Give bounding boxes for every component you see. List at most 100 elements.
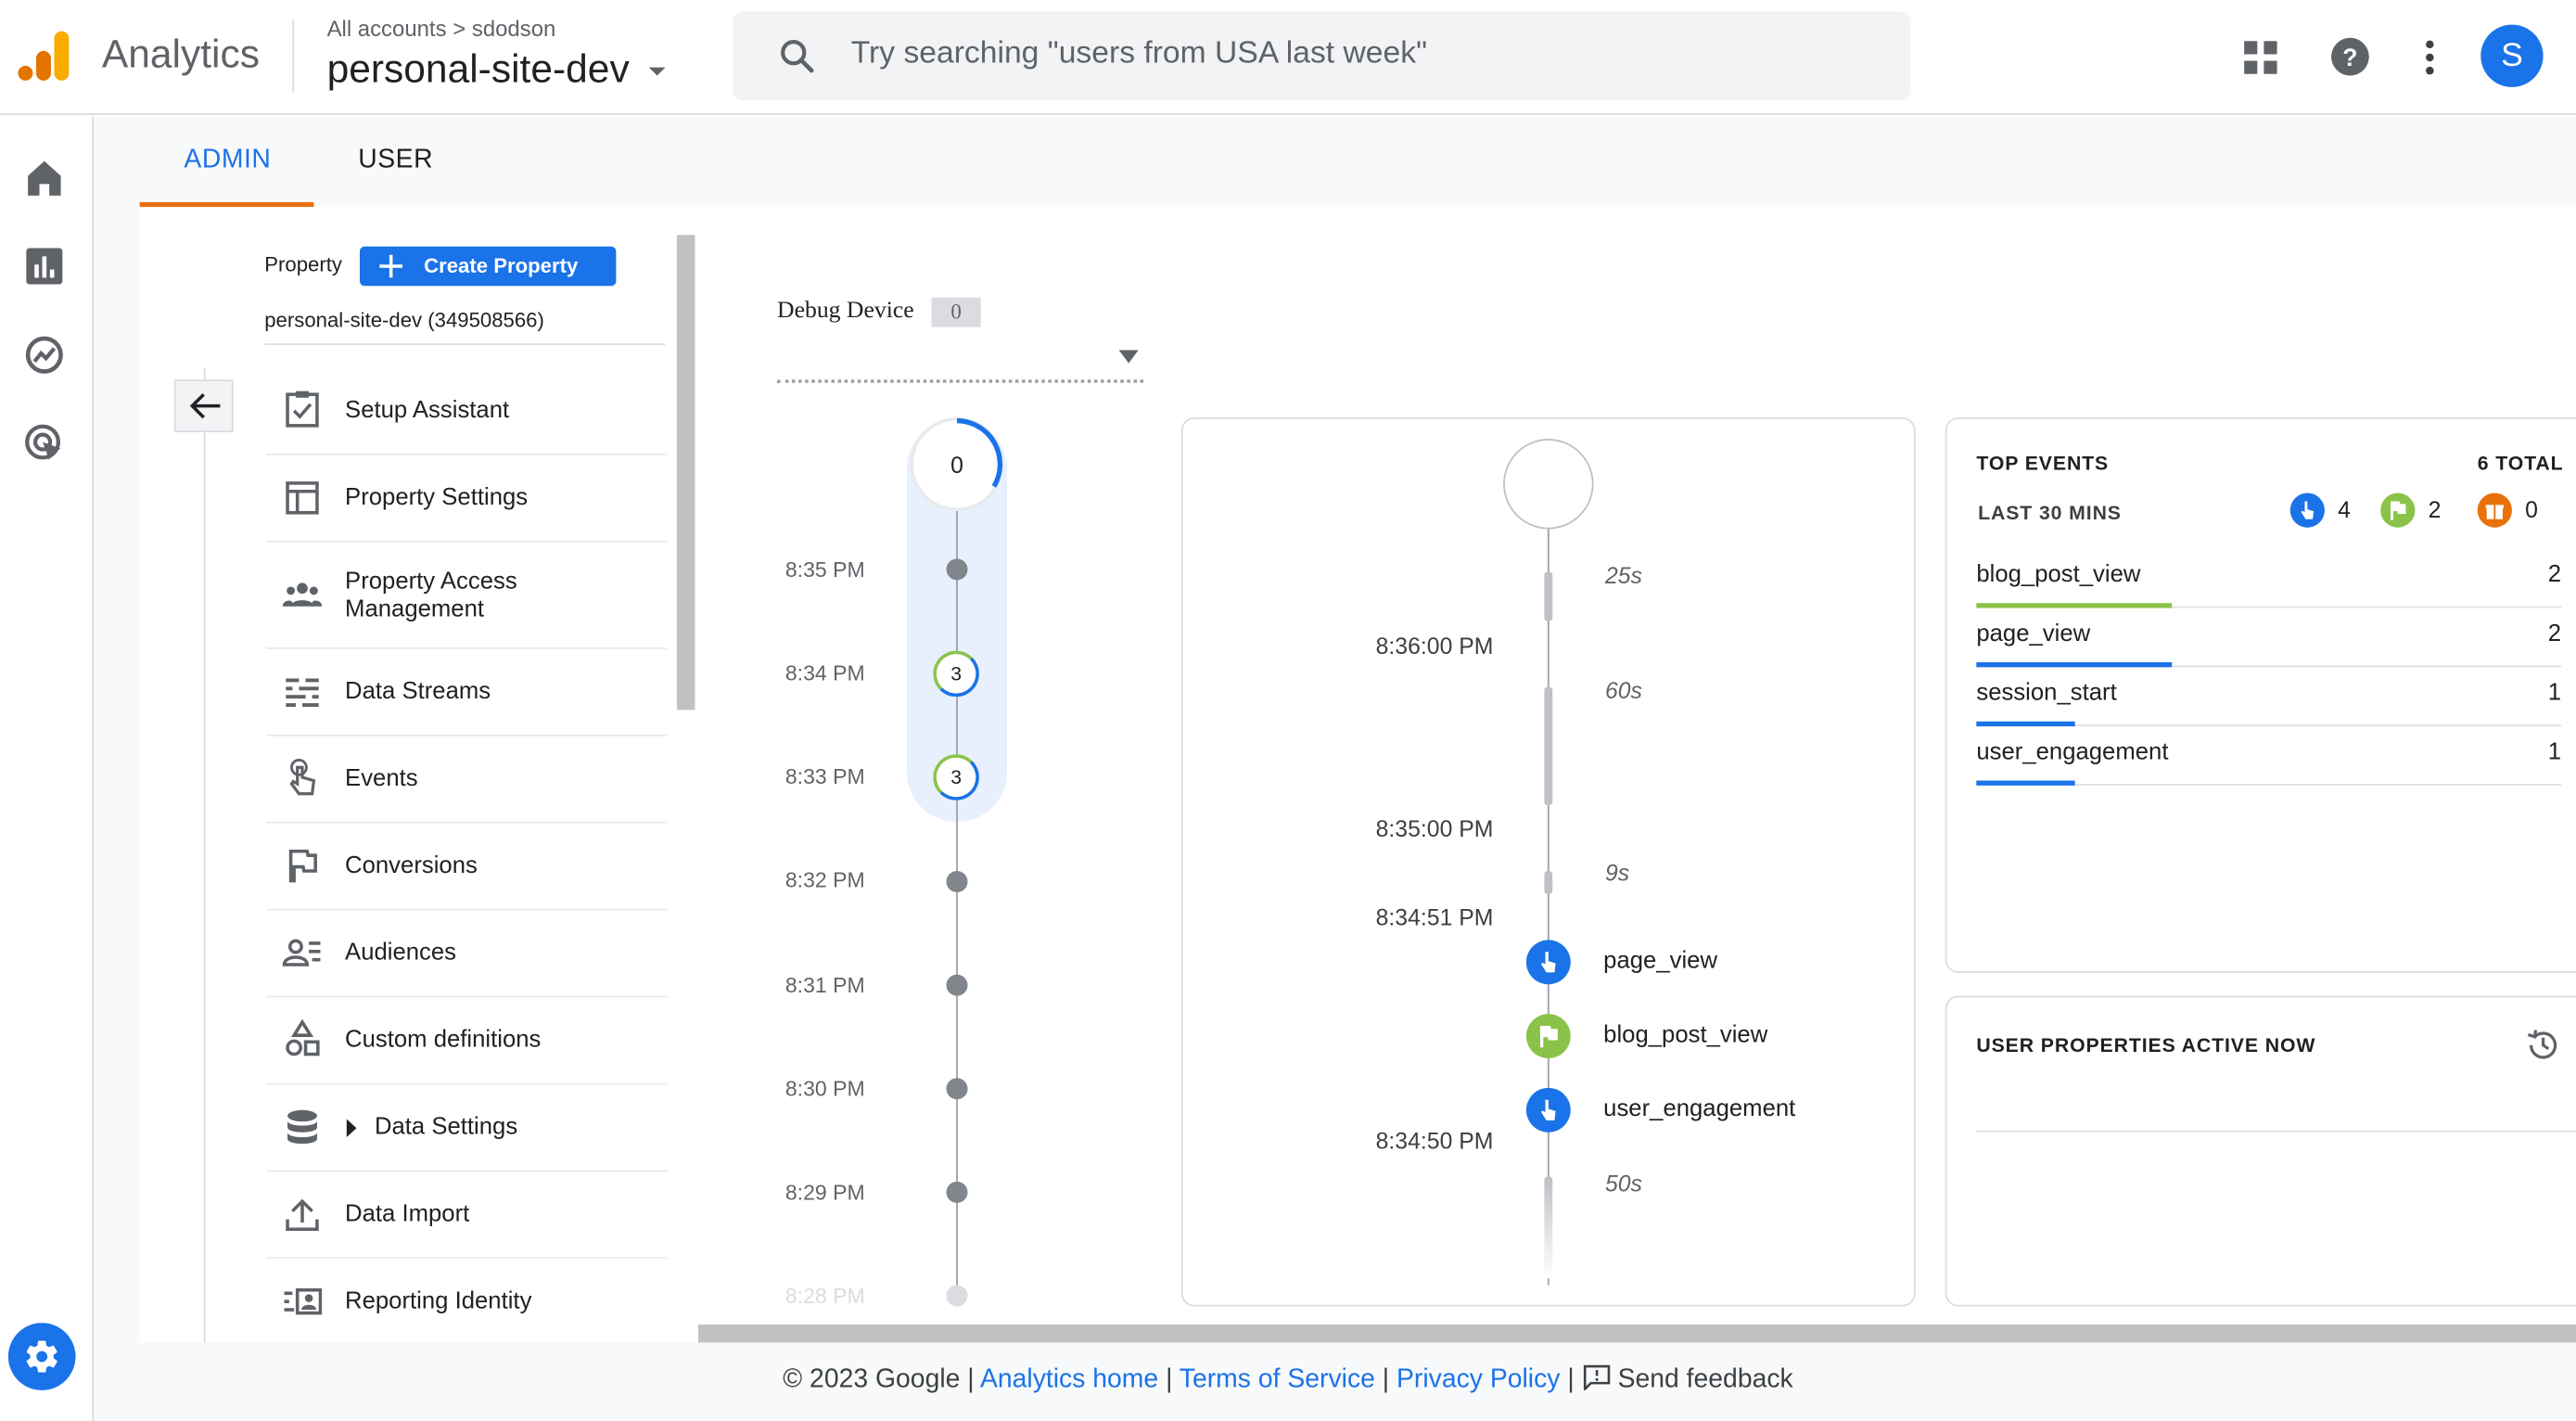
- create-property-label: Create Property: [424, 254, 579, 278]
- avatar[interactable]: S: [2480, 24, 2544, 87]
- search-input[interactable]: Try searching "users from USA last week": [851, 36, 1427, 72]
- reports-icon[interactable]: [21, 243, 68, 289]
- minutes-count-circle: 0: [910, 417, 1004, 511]
- minute-event-count[interactable]: 3: [933, 754, 979, 800]
- analytics-logo-icon[interactable]: [18, 28, 70, 83]
- seconds-time: 8:35:00 PM: [1375, 814, 1494, 842]
- duration-label: 50s: [1604, 1170, 1642, 1197]
- people-icon: [282, 582, 323, 607]
- arrow-back-icon: [189, 392, 221, 419]
- advertising-icon[interactable]: [21, 421, 68, 467]
- privacy-link[interactable]: Privacy Policy: [1396, 1365, 1560, 1393]
- nav-reporting-identity[interactable]: Reporting Identity: [266, 1259, 667, 1342]
- seconds-time: 8:34:50 PM: [1375, 1127, 1494, 1154]
- history-icon[interactable]: [2525, 1027, 2561, 1063]
- nav-conversions[interactable]: Conversions: [266, 824, 668, 911]
- top-events-total: 6 TOTAL: [2477, 452, 2564, 476]
- debug-device-select[interactable]: [777, 337, 1144, 383]
- expand-caret-icon[interactable]: [345, 1119, 358, 1138]
- nav-reporting-identity-label: Reporting Identity: [345, 1288, 532, 1315]
- duration-label: 60s: [1604, 676, 1642, 704]
- home-icon[interactable]: [21, 155, 68, 201]
- top-event-row[interactable]: user_engagement 1: [1976, 726, 2562, 786]
- top-event-row[interactable]: page_view 2: [1976, 608, 2562, 668]
- duration-bar: [1544, 1176, 1553, 1279]
- terms-link[interactable]: Terms of Service: [1180, 1365, 1375, 1393]
- top-event-count: 1: [2547, 739, 2562, 766]
- event-name[interactable]: page_view: [1603, 948, 1717, 974]
- dropdown-arrow-icon: [1118, 350, 1139, 364]
- nav-data-streams-label: Data Streams: [345, 678, 491, 706]
- minute-dot-faded[interactable]: [946, 1285, 968, 1307]
- event-name[interactable]: blog_post_view: [1603, 1022, 1767, 1048]
- more-vert-icon[interactable]: [2418, 36, 2442, 79]
- footer-separator: |: [1166, 1365, 1173, 1394]
- apps-grid-icon[interactable]: [2241, 38, 2281, 78]
- database-icon: [287, 1109, 317, 1145]
- event-name[interactable]: user_engagement: [1603, 1096, 1795, 1122]
- collapse-back-button[interactable]: [173, 379, 234, 432]
- property-id-text: personal-site-dev (349508566): [264, 309, 544, 332]
- touch-icon: [289, 758, 316, 796]
- nav-property-settings-label: Property Settings: [345, 484, 529, 511]
- tab-admin[interactable]: ADMIN: [139, 117, 314, 208]
- nav-data-settings[interactable]: Data Settings: [266, 1084, 668, 1172]
- nav-conversions-label: Conversions: [345, 852, 478, 879]
- top-event-row[interactable]: session_start 1: [1976, 667, 2562, 727]
- minute-dot[interactable]: [946, 871, 968, 893]
- seconds-top-circle: [1503, 439, 1594, 530]
- minutes-count: 0: [950, 452, 963, 479]
- breadcrumb[interactable]: All accounts > sdodson: [327, 17, 556, 42]
- create-property-button[interactable]: Create Property: [360, 246, 617, 287]
- nav-property-settings[interactable]: Property Settings: [266, 455, 668, 543]
- breadcrumb-all-accounts[interactable]: All accounts: [327, 17, 447, 42]
- nav-events-label: Events: [345, 765, 418, 792]
- touch-icon: [1541, 1099, 1556, 1120]
- minute-dot[interactable]: [946, 558, 968, 581]
- nav-custom-definitions[interactable]: Custom definitions: [266, 997, 668, 1085]
- time-label: 8:32 PM: [784, 867, 865, 893]
- search-bar[interactable]: Try searching "users from USA last week": [733, 11, 1911, 101]
- property-id-selector[interactable]: personal-site-dev (349508566): [264, 309, 666, 346]
- checklist-icon: [286, 390, 319, 428]
- analytics-home-link[interactable]: Analytics home: [980, 1365, 1158, 1393]
- top-events-title: TOP EVENTS: [1976, 452, 2110, 476]
- nav-data-streams[interactable]: Data Streams: [266, 649, 668, 736]
- settings-layout-icon: [286, 481, 319, 515]
- send-feedback-link[interactable]: Send feedback: [1582, 1364, 1793, 1393]
- property-selector[interactable]: personal-site-dev: [327, 47, 667, 94]
- horizontal-scrollbar[interactable]: [697, 1324, 2576, 1343]
- duration-label: 25s: [1604, 561, 1642, 589]
- minute-dot[interactable]: [946, 1078, 968, 1100]
- divider: [1976, 1130, 2576, 1133]
- minute-dot[interactable]: [946, 974, 968, 996]
- footer-separator: |: [1567, 1365, 1575, 1394]
- event-blog-post-view-badge[interactable]: [1525, 1014, 1571, 1058]
- tab-admin-label: ADMIN: [184, 146, 272, 174]
- top-bar: Analytics All accounts > sdodson persona…: [0, 0, 2576, 116]
- nav-property-access-management[interactable]: Property Access Management: [266, 543, 668, 649]
- search-icon: [781, 40, 814, 73]
- nav-audiences[interactable]: Audiences: [266, 911, 668, 998]
- breadcrumb-account[interactable]: sdodson: [472, 17, 555, 42]
- top-event-name: page_view: [1976, 621, 2091, 648]
- tab-user[interactable]: USER: [313, 117, 465, 207]
- nav-scrollbar[interactable]: [676, 235, 695, 710]
- nav-events[interactable]: Events: [266, 736, 668, 824]
- plus-icon: [379, 254, 403, 278]
- property-name: personal-site-dev: [326, 47, 630, 93]
- minute-dot[interactable]: [946, 1181, 968, 1203]
- shapes-icon: [286, 1018, 320, 1056]
- minute-event-count[interactable]: 3: [933, 650, 979, 698]
- nav-setup-assistant[interactable]: Setup Assistant: [266, 368, 668, 455]
- explore-icon[interactable]: [21, 332, 68, 378]
- event-user-engagement-badge[interactable]: [1525, 1087, 1571, 1133]
- nav-data-import[interactable]: Data Import: [266, 1171, 668, 1260]
- left-rail: [0, 116, 94, 1421]
- time-label: 8:35 PM: [784, 557, 865, 582]
- help-icon[interactable]: ?: [2329, 36, 2370, 77]
- event-page-view-badge[interactable]: [1525, 940, 1571, 985]
- top-event-row[interactable]: blog_post_view 2: [1976, 549, 2562, 608]
- minutes-timeline-line: [956, 509, 958, 1299]
- duration-bar: [1544, 686, 1553, 806]
